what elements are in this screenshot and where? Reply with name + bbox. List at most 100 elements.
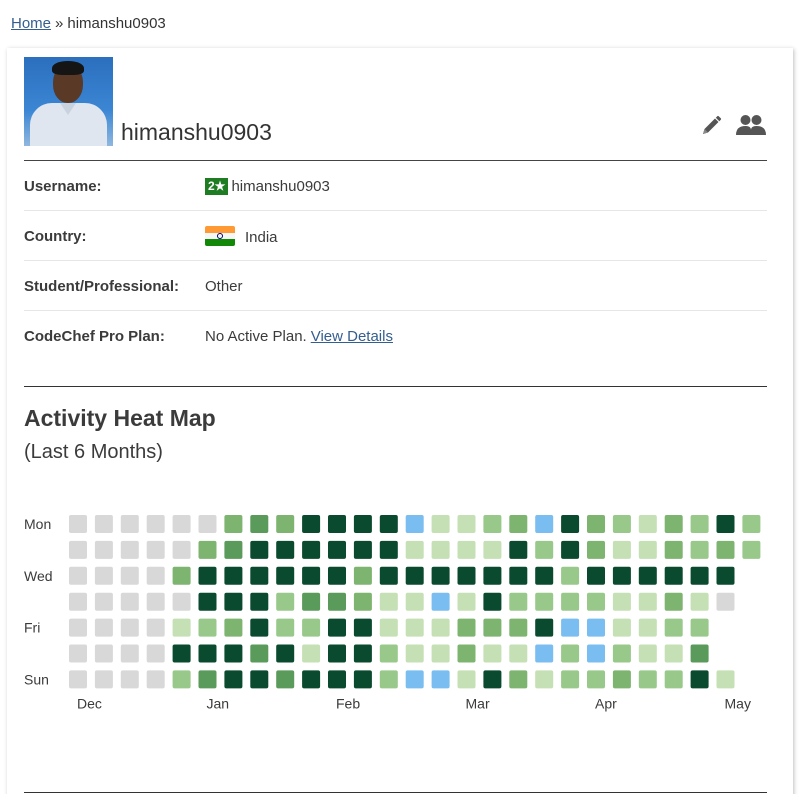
view-details-link[interactable]: View Details	[311, 328, 393, 345]
heatmap-cell[interactable]	[302, 670, 321, 689]
heatmap-cell[interactable]	[612, 670, 631, 689]
heatmap-cell[interactable]	[612, 618, 631, 637]
heatmap-cell[interactable]	[328, 540, 346, 559]
heatmap-cell[interactable]	[561, 670, 580, 689]
heatmap-cell[interactable]	[328, 566, 346, 585]
heatmap-cell[interactable]	[276, 670, 295, 689]
heatmap-cell[interactable]	[561, 540, 580, 559]
heatmap-cell[interactable]	[94, 540, 113, 559]
heatmap-cell[interactable]	[250, 618, 269, 637]
heatmap-cell[interactable]	[535, 644, 554, 663]
heatmap-cell[interactable]	[353, 618, 372, 637]
breadcrumb-home-link[interactable]: Home	[11, 15, 51, 32]
heatmap-cell[interactable]	[509, 566, 528, 585]
heatmap-cell[interactable]	[379, 566, 398, 585]
heatmap-cell[interactable]	[353, 644, 372, 663]
heatmap-cell[interactable]	[69, 670, 87, 689]
heatmap-cell[interactable]	[431, 618, 450, 637]
heatmap-cell[interactable]	[328, 515, 346, 533]
heatmap-cell[interactable]	[198, 566, 217, 585]
heatmap-cell[interactable]	[664, 670, 683, 689]
heatmap-cell[interactable]	[146, 592, 165, 611]
heatmap-cell[interactable]	[716, 592, 735, 611]
heatmap-cell[interactable]	[353, 515, 372, 533]
heatmap-cell[interactable]	[612, 515, 631, 533]
heatmap-cell[interactable]	[224, 566, 243, 585]
heatmap-cell[interactable]	[198, 540, 217, 559]
heatmap-cell[interactable]	[431, 566, 450, 585]
heatmap-cell[interactable]	[328, 618, 346, 637]
heatmap-cell[interactable]	[664, 592, 683, 611]
heatmap-cell[interactable]	[120, 644, 139, 663]
heatmap-cell[interactable]	[716, 515, 735, 533]
heatmap-cell[interactable]	[664, 618, 683, 637]
heatmap-cell[interactable]	[172, 515, 191, 533]
heatmap-cell[interactable]	[509, 515, 528, 533]
heatmap-cell[interactable]	[172, 592, 191, 611]
heatmap-cell[interactable]	[276, 566, 295, 585]
heatmap-cell[interactable]	[509, 592, 528, 611]
heatmap-cell[interactable]	[250, 566, 269, 585]
pencil-icon[interactable]	[700, 115, 722, 137]
heatmap-cell[interactable]	[535, 592, 554, 611]
heatmap-cell[interactable]	[535, 540, 554, 559]
heatmap-cell[interactable]	[716, 670, 735, 689]
heatmap-cell[interactable]	[120, 540, 139, 559]
heatmap-cell[interactable]	[483, 592, 502, 611]
heatmap-cell[interactable]	[94, 566, 113, 585]
heatmap-cell[interactable]	[716, 566, 735, 585]
heatmap-cell[interactable]	[379, 540, 398, 559]
heatmap-cell[interactable]	[276, 618, 295, 637]
heatmap-cell[interactable]	[405, 618, 424, 637]
heatmap-cell[interactable]	[146, 540, 165, 559]
heatmap-cell[interactable]	[146, 618, 165, 637]
heatmap-cell[interactable]	[742, 540, 761, 559]
heatmap-cell[interactable]	[405, 670, 424, 689]
heatmap-cell[interactable]	[457, 644, 476, 663]
heatmap-cell[interactable]	[405, 566, 424, 585]
heatmap-cell[interactable]	[172, 644, 191, 663]
heatmap-cell[interactable]	[535, 670, 554, 689]
heatmap-cell[interactable]	[224, 670, 243, 689]
heatmap-cell[interactable]	[457, 592, 476, 611]
heatmap-cell[interactable]	[328, 644, 346, 663]
heatmap-cell[interactable]	[535, 515, 554, 533]
heatmap-cell[interactable]	[561, 592, 580, 611]
heatmap-cell[interactable]	[379, 592, 398, 611]
heatmap-cell[interactable]	[250, 592, 269, 611]
heatmap-cell[interactable]	[587, 644, 605, 663]
heatmap-cell[interactable]	[198, 592, 217, 611]
heatmap-cell[interactable]	[612, 592, 631, 611]
heatmap-cell[interactable]	[353, 566, 372, 585]
heatmap-cell[interactable]	[224, 618, 243, 637]
heatmap-cell[interactable]	[690, 515, 709, 533]
heatmap-cell[interactable]	[405, 515, 424, 533]
heatmap-cell[interactable]	[302, 515, 321, 533]
heatmap-cell[interactable]	[379, 618, 398, 637]
heatmap-cell[interactable]	[638, 618, 657, 637]
heatmap-cell[interactable]	[509, 618, 528, 637]
heatmap-cell[interactable]	[638, 670, 657, 689]
heatmap-cell[interactable]	[690, 566, 709, 585]
heatmap-cell[interactable]	[483, 618, 502, 637]
heatmap-cell[interactable]	[561, 566, 580, 585]
heatmap-cell[interactable]	[69, 540, 87, 559]
heatmap-cell[interactable]	[276, 592, 295, 611]
heatmap-cell[interactable]	[535, 618, 554, 637]
heatmap-cell[interactable]	[224, 592, 243, 611]
heatmap-cell[interactable]	[431, 644, 450, 663]
heatmap-cell[interactable]	[483, 644, 502, 663]
heatmap-cell[interactable]	[224, 644, 243, 663]
heatmap-cell[interactable]	[612, 540, 631, 559]
heatmap-cell[interactable]	[353, 670, 372, 689]
heatmap-cell[interactable]	[587, 566, 605, 585]
heatmap-cell[interactable]	[379, 670, 398, 689]
heatmap-cell[interactable]	[690, 644, 709, 663]
heatmap-cell[interactable]	[638, 540, 657, 559]
heatmap-cell[interactable]	[587, 515, 605, 533]
heatmap-cell[interactable]	[146, 566, 165, 585]
heatmap-cell[interactable]	[690, 618, 709, 637]
heatmap-cell[interactable]	[302, 618, 321, 637]
heatmap-cell[interactable]	[328, 592, 346, 611]
heatmap-cell[interactable]	[742, 515, 761, 533]
